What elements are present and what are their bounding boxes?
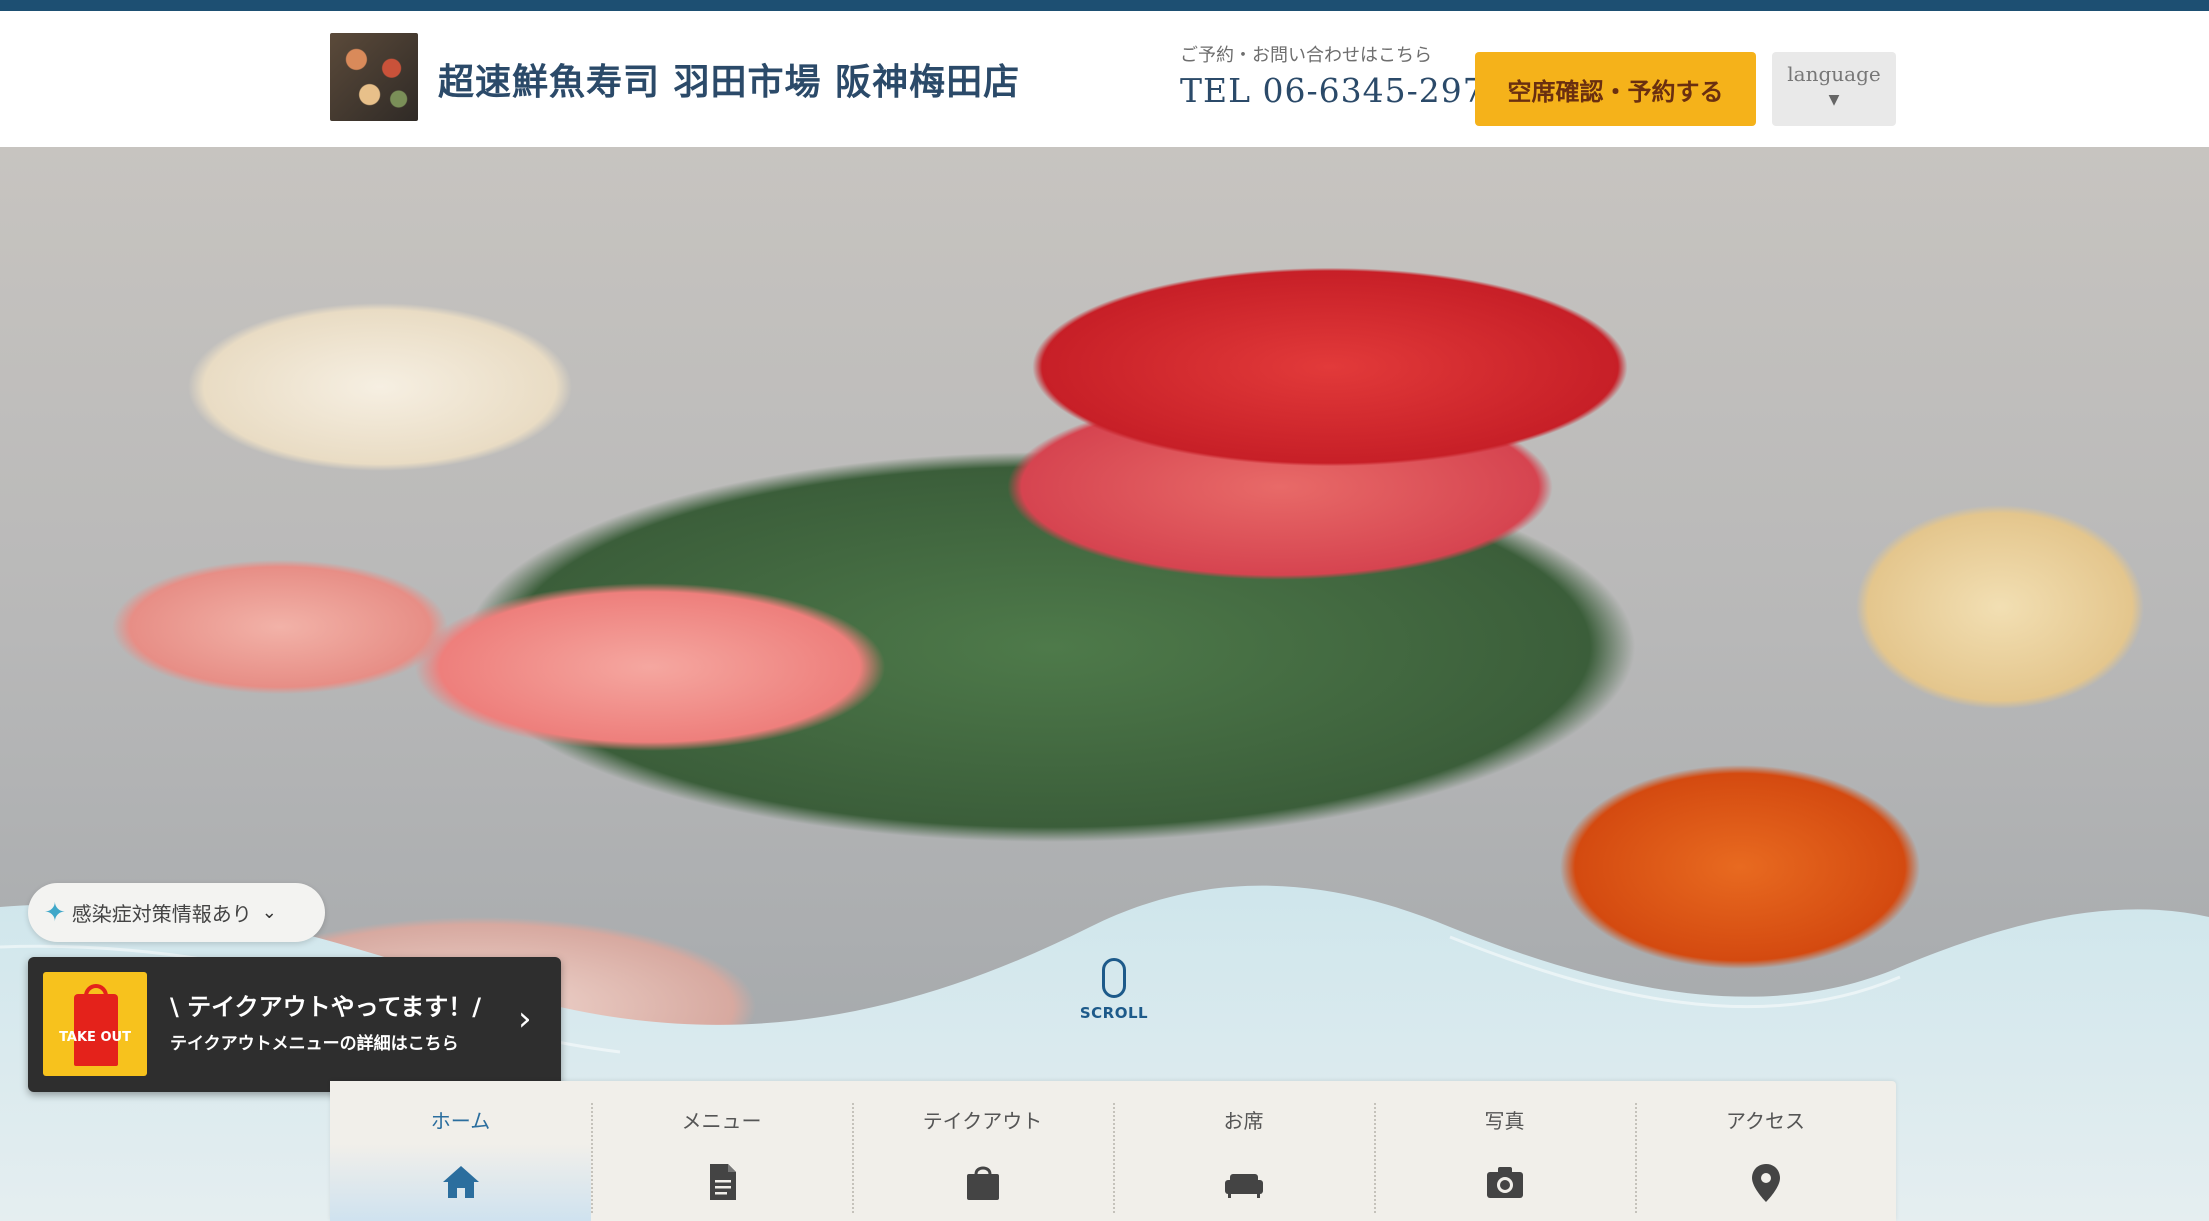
hero-image: ✦ 感染症対策情報あり ⌄ TAKE OUT \ テイクアウトやってます！/ テ… [0, 147, 2209, 1221]
covid-info-toggle[interactable]: ✦ 感染症対策情報あり ⌄ [28, 883, 325, 942]
scroll-indicator[interactable]: SCROLL [1070, 958, 1158, 1022]
nav-label: ホーム [430, 1109, 491, 1133]
caret-down-icon: ▼ [1828, 92, 1840, 108]
takeout-title: \ テイクアウトやってます！/ [170, 993, 482, 1021]
nav-label: お席 [1223, 1109, 1264, 1133]
nav-label: アクセス [1726, 1109, 1805, 1133]
chevron-down-icon: ⌄ [261, 902, 277, 923]
nav-item-home[interactable]: ホーム [330, 1081, 591, 1221]
main-nav: ホーム メニュー テイクアウト お席 写真 アクセス [330, 1081, 1896, 1221]
nav-label: メニュー [681, 1109, 762, 1133]
nav-item-seats[interactable]: お席 [1113, 1081, 1374, 1221]
phone-number[interactable]: TEL 06-6345-2976 [1180, 71, 1507, 110]
language-label: language [1787, 62, 1881, 86]
top-accent-stripe [0, 0, 2209, 11]
sparkle-icon: ✦ [44, 897, 66, 928]
takeout-icon-text: TAKE OUT [59, 1030, 131, 1045]
nav-label: 写真 [1484, 1109, 1525, 1133]
shopping-bag-icon [966, 1166, 999, 1200]
contact-label: ご予約・お問い合わせはこちら [1180, 45, 1432, 66]
nav-item-takeout[interactable]: テイクアウト [852, 1081, 1113, 1221]
nav-label: テイクアウト [922, 1109, 1043, 1133]
camera-icon [1486, 1167, 1523, 1198]
mouse-icon [1102, 958, 1126, 998]
document-icon [709, 1164, 736, 1200]
reserve-button[interactable]: 空席確認・予約する [1475, 52, 1756, 126]
contact-block: ご予約・お問い合わせはこちら TEL 06-6345-2976 [1180, 41, 1507, 110]
site-header: 超速鮮魚寿司 羽田市場 阪神梅田店 ご予約・お問い合わせはこちら TEL 06-… [0, 11, 2209, 147]
logo-image[interactable] [330, 33, 418, 121]
nav-item-photos[interactable]: 写真 [1374, 1081, 1635, 1221]
language-selector[interactable]: language ▼ [1772, 52, 1896, 126]
chevron-right-icon: › [518, 999, 532, 1039]
nav-item-menu[interactable]: メニュー [591, 1081, 852, 1221]
map-pin-icon [1751, 1164, 1780, 1202]
covid-info-label: 感染症対策情報あり [71, 902, 252, 926]
nav-item-access[interactable]: アクセス [1635, 1081, 1896, 1221]
scroll-label: SCROLL [1079, 1004, 1149, 1022]
sofa-icon [1224, 1174, 1263, 1198]
takeout-icon: TAKE OUT [43, 972, 147, 1076]
takeout-banner[interactable]: TAKE OUT \ テイクアウトやってます！/ テイクアウトメニューの詳細はこ… [28, 957, 561, 1092]
home-icon [442, 1166, 479, 1198]
shop-name[interactable]: 超速鮮魚寿司 羽田市場 阪神梅田店 [438, 53, 1020, 105]
takeout-subtitle: テイクアウトメニューの詳細はこちら [170, 1034, 459, 1054]
